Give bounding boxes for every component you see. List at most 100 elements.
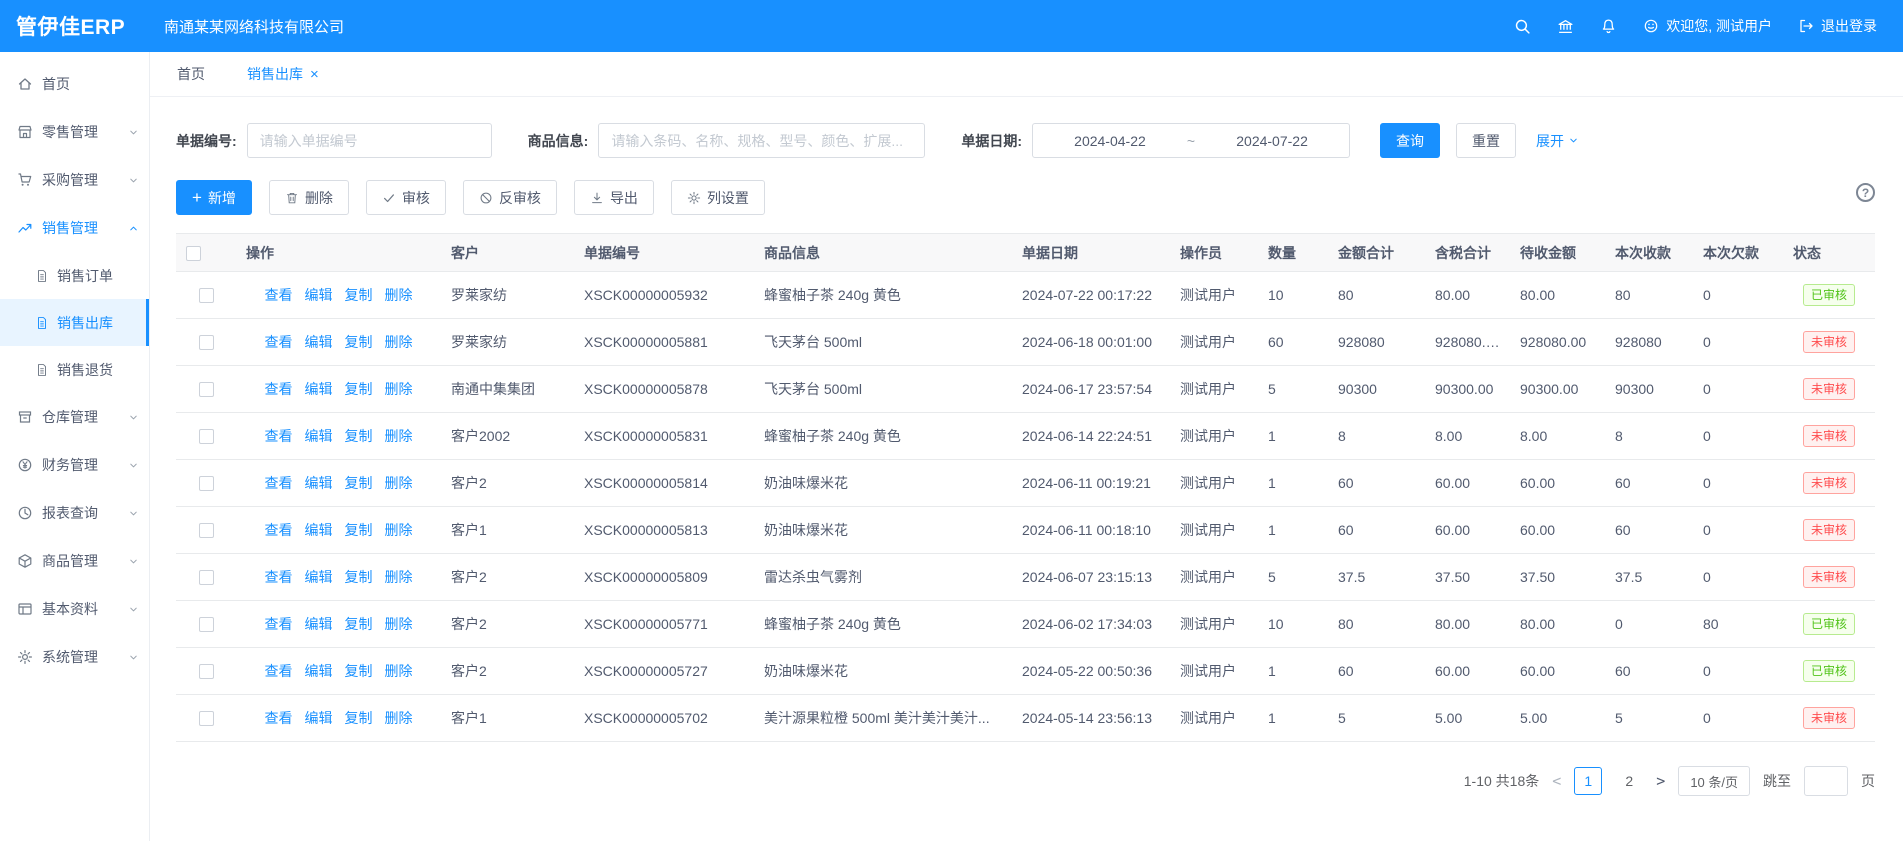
edit-link[interactable]: 编辑	[305, 569, 333, 585]
view-link[interactable]: 查看	[265, 522, 293, 538]
edit-link[interactable]: 编辑	[305, 616, 333, 632]
audit-button[interactable]: 审核	[366, 180, 446, 215]
sidebar-item-purchase[interactable]: 采购管理	[0, 156, 149, 204]
copy-link[interactable]: 复制	[345, 569, 373, 585]
edit-link[interactable]: 编辑	[305, 522, 333, 538]
row-checkbox[interactable]	[199, 711, 214, 726]
date-cell: 2024-06-02 17:34:03	[1012, 601, 1170, 648]
jump-page-input[interactable]	[1804, 766, 1848, 796]
row-delete-link[interactable]: 删除	[385, 381, 413, 397]
view-link[interactable]: 查看	[265, 710, 293, 726]
unaudit-button[interactable]: 反审核	[463, 180, 557, 215]
sidebar-item-sales-return[interactable]: 销售退货	[0, 346, 149, 393]
edit-link[interactable]: 编辑	[305, 428, 333, 444]
date-range-picker[interactable]: 2024-04-22 ~ 2024-07-22	[1032, 123, 1350, 158]
row-checkbox[interactable]	[199, 570, 214, 585]
row-checkbox[interactable]	[199, 523, 214, 538]
tab-label: 销售出库	[247, 64, 303, 84]
row-checkbox[interactable]	[199, 476, 214, 491]
bill-no-input[interactable]	[247, 123, 492, 158]
row-delete-link[interactable]: 删除	[385, 663, 413, 679]
logout-button[interactable]: 退出登录	[1798, 16, 1877, 36]
edit-link[interactable]: 编辑	[305, 287, 333, 303]
tab-sales-outbound[interactable]: 销售出库 ×	[247, 64, 319, 84]
view-link[interactable]: 查看	[265, 616, 293, 632]
view-link[interactable]: 查看	[265, 287, 293, 303]
view-link[interactable]: 查看	[265, 663, 293, 679]
copy-link[interactable]: 复制	[345, 334, 373, 350]
export-button[interactable]: 导出	[574, 180, 654, 215]
row-delete-link[interactable]: 删除	[385, 616, 413, 632]
copy-link[interactable]: 复制	[345, 428, 373, 444]
select-all-checkbox[interactable]	[186, 246, 201, 261]
copy-link[interactable]: 复制	[345, 381, 373, 397]
sidebar-item-sales-outbound[interactable]: 销售出库	[0, 299, 149, 346]
row-checkbox[interactable]	[199, 664, 214, 679]
copy-link[interactable]: 复制	[345, 475, 373, 491]
sidebar-item-retail[interactable]: 零售管理	[0, 108, 149, 156]
add-button[interactable]: + 新增	[176, 180, 252, 215]
help-icon[interactable]: ?	[1856, 183, 1875, 202]
page-size-select[interactable]: 10 条/页	[1678, 766, 1750, 796]
view-link[interactable]: 查看	[265, 381, 293, 397]
cube-icon	[17, 553, 33, 569]
expand-link[interactable]: 展开	[1536, 131, 1579, 151]
row-delete-link[interactable]: 删除	[385, 569, 413, 585]
view-link[interactable]: 查看	[265, 475, 293, 491]
sidebar-item-home[interactable]: 首页	[0, 60, 149, 108]
row-delete-link[interactable]: 删除	[385, 428, 413, 444]
edit-link[interactable]: 编辑	[305, 475, 333, 491]
close-tab-icon[interactable]: ×	[310, 67, 319, 82]
view-link[interactable]: 查看	[265, 334, 293, 350]
view-link[interactable]: 查看	[265, 569, 293, 585]
sidebar-item-basic[interactable]: 基本资料	[0, 585, 149, 633]
search-button[interactable]: 查询	[1380, 123, 1440, 158]
sidebar-item-finance[interactable]: 财务管理	[0, 441, 149, 489]
copy-link[interactable]: 复制	[345, 710, 373, 726]
edit-link[interactable]: 编辑	[305, 381, 333, 397]
edit-link[interactable]: 编辑	[305, 334, 333, 350]
date-cell: 2024-06-11 00:18:10	[1012, 507, 1170, 554]
search-icon[interactable]	[1514, 18, 1531, 35]
row-checkbox[interactable]	[199, 429, 214, 444]
row-checkbox[interactable]	[199, 382, 214, 397]
page-button-2[interactable]: 2	[1615, 767, 1643, 795]
reset-button[interactable]: 重置	[1456, 123, 1516, 158]
row-checkbox[interactable]	[199, 617, 214, 632]
sidebar-item-sales[interactable]: 销售管理	[0, 204, 149, 252]
tab-home[interactable]: 首页	[177, 64, 205, 84]
sidebar-item-system[interactable]: 系统管理	[0, 633, 149, 681]
row-checkbox[interactable]	[199, 335, 214, 350]
welcome-user[interactable]: 欢迎您, 测试用户	[1643, 16, 1772, 36]
copy-link[interactable]: 复制	[345, 287, 373, 303]
copy-link[interactable]: 复制	[345, 522, 373, 538]
product-info-input[interactable]	[598, 123, 925, 158]
row-delete-link[interactable]: 删除	[385, 710, 413, 726]
sidebar-item-sales-order[interactable]: 销售订单	[0, 252, 149, 299]
plus-icon: +	[192, 189, 202, 206]
row-delete-link[interactable]: 删除	[385, 522, 413, 538]
home-shortcut-icon[interactable]	[1557, 18, 1574, 35]
delete-button[interactable]: 删除	[269, 180, 349, 215]
sidebar-item-report[interactable]: 报表查询	[0, 489, 149, 537]
edit-link[interactable]: 编辑	[305, 710, 333, 726]
copy-link[interactable]: 复制	[345, 663, 373, 679]
view-link[interactable]: 查看	[265, 428, 293, 444]
row-delete-link[interactable]: 删除	[385, 334, 413, 350]
prev-page-arrow[interactable]: <	[1552, 772, 1561, 790]
edit-link[interactable]: 编辑	[305, 663, 333, 679]
sidebar-item-label: 零售管理	[42, 122, 98, 142]
copy-link[interactable]: 复制	[345, 616, 373, 632]
bill-date-label: 单据日期:	[961, 131, 1022, 151]
row-checkbox[interactable]	[199, 288, 214, 303]
sidebar-item-warehouse[interactable]: 仓库管理	[0, 393, 149, 441]
next-page-arrow[interactable]: >	[1656, 772, 1665, 790]
notification-bell-icon[interactable]	[1600, 18, 1617, 35]
row-delete-link[interactable]: 删除	[385, 475, 413, 491]
row-delete-link[interactable]: 删除	[385, 287, 413, 303]
col-receivable: 待收金额	[1510, 234, 1605, 272]
sidebar-item-product[interactable]: 商品管理	[0, 537, 149, 585]
col-bill-no: 单据编号	[574, 234, 754, 272]
page-button-1[interactable]: 1	[1574, 767, 1602, 795]
column-settings-button[interactable]: 列设置	[671, 180, 765, 215]
